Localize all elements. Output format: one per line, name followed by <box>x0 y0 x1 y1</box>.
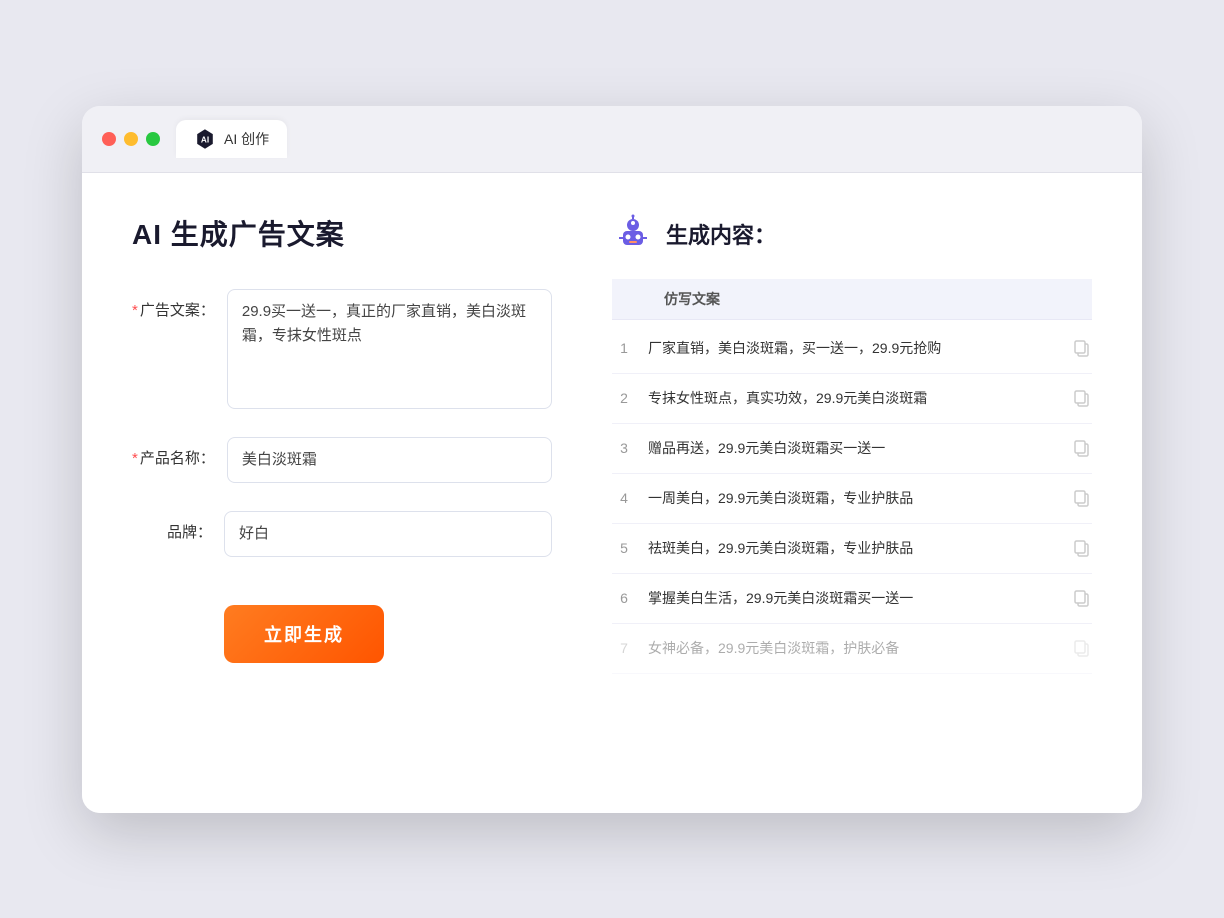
browser-tab[interactable]: AI AI 创作 <box>176 120 287 158</box>
row-number: 5 <box>612 540 636 556</box>
form-group-product-name: *产品名称： <box>132 437 552 483</box>
row-text: 祛斑美白，29.9元美白淡斑霜，专业护肤品 <box>648 538 1060 559</box>
right-panel: 生成内容： 仿写文案 1 厂家直销，美白淡斑霜，买一送一，29.9元抢购 2 专抹女… <box>612 213 1092 763</box>
generate-button[interactable]: 立即生成 <box>224 605 384 663</box>
copy-icon[interactable] <box>1072 638 1092 658</box>
table-row: 6 掌握美白生活，29.9元美白淡斑霜买一送一 <box>612 574 1092 624</box>
minimize-button[interactable] <box>124 132 138 146</box>
ai-tab-icon: AI <box>194 128 216 150</box>
result-title: 生成内容： <box>666 218 776 250</box>
tab-label: AI 创作 <box>224 129 269 149</box>
window-controls <box>102 132 160 146</box>
table-row: 4 一周美白，29.9元美白淡斑霜，专业护肤品 <box>612 474 1092 524</box>
table-row: 7 女神必备，29.9元美白淡斑霜，护肤必备 <box>612 624 1092 674</box>
table-row: 2 专抹女性斑点，真实功效，29.9元美白淡斑霜 <box>612 374 1092 424</box>
required-star-1: * <box>132 302 138 319</box>
row-number: 4 <box>612 490 636 506</box>
ad-copy-label: *广告文案： <box>132 289 215 320</box>
copy-icon[interactable] <box>1072 388 1092 408</box>
table-header: 仿写文案 <box>612 279 1092 320</box>
row-number: 3 <box>612 440 636 456</box>
brand-label: 品牌： <box>132 511 212 542</box>
form-group-ad-copy: *广告文案： 29.9买一送一，真正的厂家直销，美白淡斑霜，专抹女性斑点 <box>132 289 552 409</box>
form-group-brand: 品牌： <box>132 511 552 557</box>
page-title: AI 生成广告文案 <box>132 213 552 253</box>
robot-icon <box>612 213 654 255</box>
row-number: 7 <box>612 640 636 656</box>
table-row: 5 祛斑美白，29.9元美白淡斑霜，专业护肤品 <box>612 524 1092 574</box>
copy-icon[interactable] <box>1072 488 1092 508</box>
row-text: 一周美白，29.9元美白淡斑霜，专业护肤品 <box>648 488 1060 509</box>
required-star-2: * <box>132 450 138 467</box>
copy-icon[interactable] <box>1072 538 1092 558</box>
browser-window: AI AI 创作 AI 生成广告文案 *广告文案： 29.9买一送一，真正的厂家… <box>82 106 1142 813</box>
table-row: 1 厂家直销，美白淡斑霜，买一送一，29.9元抢购 <box>612 324 1092 374</box>
row-text: 赠品再送，29.9元美白淡斑霜买一送一 <box>648 438 1060 459</box>
browser-content: AI 生成广告文案 *广告文案： 29.9买一送一，真正的厂家直销，美白淡斑霜，… <box>82 173 1142 813</box>
ad-copy-textarea[interactable]: 29.9买一送一，真正的厂家直销，美白淡斑霜，专抹女性斑点 <box>227 289 552 409</box>
row-text: 女神必备，29.9元美白淡斑霜，护肤必备 <box>648 638 1060 659</box>
copy-icon[interactable] <box>1072 338 1092 358</box>
copy-icon[interactable] <box>1072 588 1092 608</box>
table-row: 3 赠品再送，29.9元美白淡斑霜买一送一 <box>612 424 1092 474</box>
copy-icon[interactable] <box>1072 438 1092 458</box>
product-name-input[interactable] <box>227 437 552 483</box>
maximize-button[interactable] <box>146 132 160 146</box>
result-list: 1 厂家直销，美白淡斑霜，买一送一，29.9元抢购 2 专抹女性斑点，真实功效，29… <box>612 324 1092 674</box>
product-name-label: *产品名称： <box>132 437 215 468</box>
left-panel: AI 生成广告文案 *广告文案： 29.9买一送一，真正的厂家直销，美白淡斑霜，… <box>132 213 552 763</box>
svg-text:AI: AI <box>201 135 209 144</box>
row-text: 专抹女性斑点，真实功效，29.9元美白淡斑霜 <box>648 388 1060 409</box>
row-text: 掌握美白生活，29.9元美白淡斑霜买一送一 <box>648 588 1060 609</box>
browser-titlebar: AI AI 创作 <box>82 106 1142 173</box>
brand-input[interactable] <box>224 511 552 557</box>
row-number: 6 <box>612 590 636 606</box>
row-number: 1 <box>612 340 636 356</box>
row-number: 2 <box>612 390 636 406</box>
result-header: 生成内容： <box>612 213 1092 255</box>
close-button[interactable] <box>102 132 116 146</box>
row-text: 厂家直销，美白淡斑霜，买一送一，29.9元抢购 <box>648 338 1060 359</box>
